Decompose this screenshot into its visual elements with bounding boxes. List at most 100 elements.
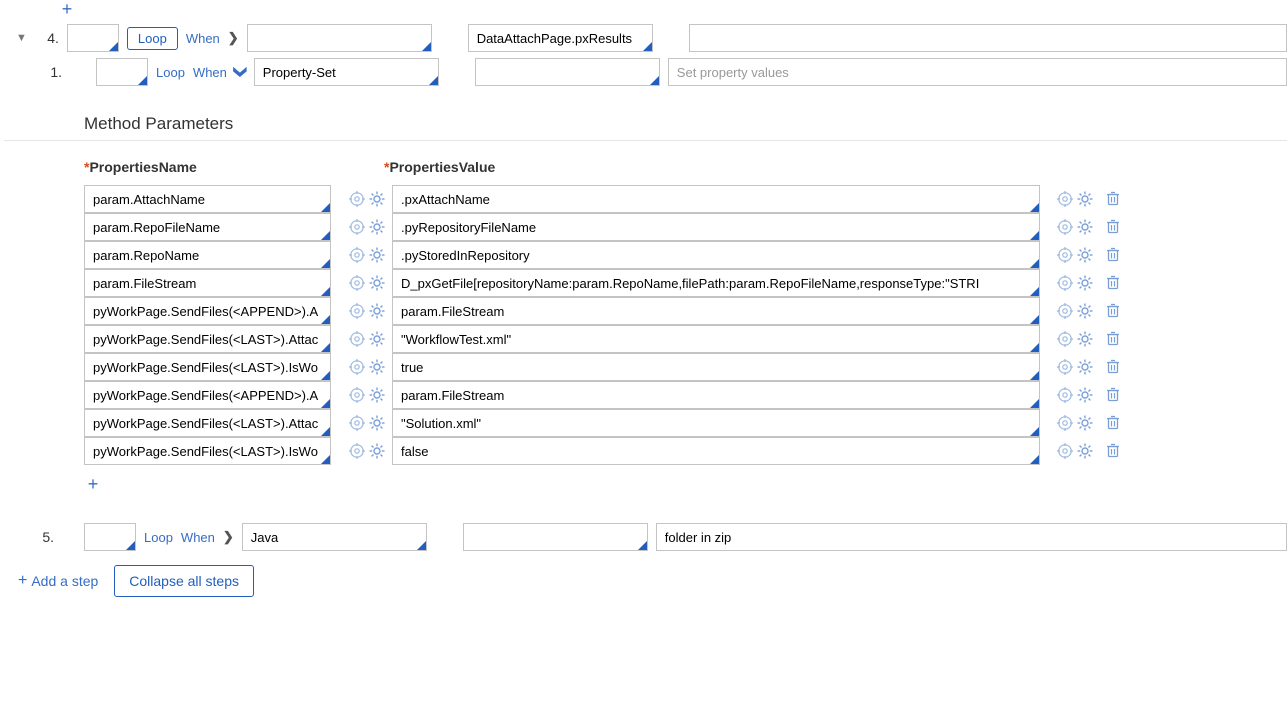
- property-name-input[interactable]: [84, 325, 331, 353]
- property-value-input[interactable]: [392, 213, 1040, 241]
- step-4-steppage-input[interactable]: [468, 24, 653, 52]
- crosshair-icon[interactable]: [1056, 219, 1073, 236]
- gear-icon[interactable]: [368, 191, 385, 208]
- crosshair-icon[interactable]: [1056, 303, 1073, 320]
- crosshair-icon[interactable]: [348, 303, 365, 320]
- gear-icon[interactable]: [1076, 247, 1093, 264]
- gear-icon[interactable]: [368, 359, 385, 376]
- property-value-input[interactable]: [392, 269, 1040, 297]
- add-parameter-row-icon[interactable]: +: [84, 475, 102, 493]
- method-parameters-heading: Method Parameters: [84, 114, 1287, 134]
- gear-icon[interactable]: [368, 275, 385, 292]
- step-5-description-input[interactable]: [656, 523, 1287, 551]
- property-value-input[interactable]: [392, 297, 1040, 325]
- crosshair-icon[interactable]: [1056, 191, 1073, 208]
- crosshair-icon[interactable]: [1056, 415, 1073, 432]
- chevron-down-icon[interactable]: ❯: [232, 65, 248, 79]
- property-name-input[interactable]: [84, 213, 331, 241]
- chevron-right-icon[interactable]: ❯: [228, 30, 239, 46]
- property-value-input[interactable]: [392, 437, 1040, 465]
- gear-icon[interactable]: [368, 219, 385, 236]
- trash-icon[interactable]: [1104, 413, 1121, 430]
- property-name-input[interactable]: [84, 409, 331, 437]
- property-value-input[interactable]: [392, 353, 1040, 381]
- collapse-all-steps-button[interactable]: Collapse all steps: [114, 565, 254, 597]
- trash-icon[interactable]: [1104, 357, 1121, 374]
- gear-icon[interactable]: [368, 303, 385, 320]
- crosshair-icon[interactable]: [348, 219, 365, 236]
- crosshair-icon[interactable]: [1056, 275, 1073, 292]
- add-a-step-link[interactable]: + Add a step: [18, 572, 98, 590]
- crosshair-icon[interactable]: [348, 247, 365, 264]
- step-number-4: 4.: [37, 30, 59, 46]
- step-4-description-input[interactable]: [689, 24, 1287, 52]
- gear-icon[interactable]: [368, 331, 385, 348]
- loop-button[interactable]: Loop: [127, 27, 178, 50]
- trash-icon[interactable]: [1104, 385, 1121, 402]
- property-value-input[interactable]: [392, 409, 1040, 437]
- crosshair-icon[interactable]: [348, 387, 365, 404]
- crosshair-icon[interactable]: [348, 359, 365, 376]
- step-5-label-input[interactable]: [84, 523, 136, 551]
- property-value-input[interactable]: [392, 381, 1040, 409]
- gear-icon[interactable]: [1076, 275, 1093, 292]
- step-4-1-steppage-input[interactable]: [475, 58, 660, 86]
- step-4-1-label-input[interactable]: [96, 58, 148, 86]
- step-4-1-method-input[interactable]: [254, 58, 439, 86]
- when-link[interactable]: When: [193, 65, 227, 80]
- when-link[interactable]: When: [186, 31, 220, 46]
- loop-link[interactable]: Loop: [156, 65, 185, 80]
- trash-icon[interactable]: [1104, 217, 1121, 234]
- step-4-label-input[interactable]: [67, 24, 119, 52]
- trash-icon[interactable]: [1104, 245, 1121, 262]
- trash-icon[interactable]: [1104, 301, 1121, 318]
- gear-icon[interactable]: [1076, 303, 1093, 320]
- add-step-above-icon[interactable]: +: [58, 0, 76, 18]
- property-name-input[interactable]: [84, 241, 331, 269]
- when-link[interactable]: When: [181, 530, 215, 545]
- crosshair-icon[interactable]: [348, 275, 365, 292]
- gear-icon[interactable]: [368, 415, 385, 432]
- property-name-input[interactable]: [84, 185, 331, 213]
- property-name-input[interactable]: [84, 381, 331, 409]
- property-name-input[interactable]: [84, 269, 331, 297]
- gear-icon[interactable]: [368, 387, 385, 404]
- crosshair-icon[interactable]: [348, 191, 365, 208]
- crosshair-icon[interactable]: [1056, 443, 1073, 460]
- step-4-1-description-input[interactable]: [668, 58, 1287, 86]
- crosshair-icon[interactable]: [348, 415, 365, 432]
- gear-icon[interactable]: [1076, 219, 1093, 236]
- crosshair-icon[interactable]: [1056, 387, 1073, 404]
- chevron-right-icon[interactable]: ❯: [223, 529, 234, 545]
- crosshair-icon[interactable]: [1056, 359, 1073, 376]
- gear-icon[interactable]: [1076, 387, 1093, 404]
- collapse-step-4-caret[interactable]: ▼: [16, 32, 29, 44]
- crosshair-icon[interactable]: [1056, 247, 1073, 264]
- gear-icon[interactable]: [1076, 359, 1093, 376]
- trash-icon[interactable]: [1104, 189, 1121, 206]
- step-5-steppage-input[interactable]: [463, 523, 648, 551]
- property-name-input[interactable]: [84, 437, 331, 465]
- gear-icon[interactable]: [1076, 415, 1093, 432]
- property-value-input[interactable]: [392, 241, 1040, 269]
- step-5-method-input[interactable]: [242, 523, 427, 551]
- crosshair-icon[interactable]: [1056, 331, 1073, 348]
- gear-icon[interactable]: [368, 443, 385, 460]
- property-name-input[interactable]: [84, 353, 331, 381]
- loop-link[interactable]: Loop: [144, 530, 173, 545]
- property-value-input[interactable]: [392, 185, 1040, 213]
- gear-icon[interactable]: [368, 247, 385, 264]
- trash-icon[interactable]: [1104, 441, 1121, 458]
- trash-icon[interactable]: [1104, 329, 1121, 346]
- gear-icon[interactable]: [1076, 191, 1093, 208]
- gear-icon[interactable]: [1076, 331, 1093, 348]
- property-value-input[interactable]: [392, 325, 1040, 353]
- crosshair-icon[interactable]: [348, 443, 365, 460]
- crosshair-icon[interactable]: [348, 331, 365, 348]
- trash-icon[interactable]: [1104, 273, 1121, 290]
- divider: [4, 140, 1287, 141]
- step-4-method-input[interactable]: [247, 24, 432, 52]
- property-name-input[interactable]: [84, 297, 331, 325]
- gear-icon[interactable]: [1076, 443, 1093, 460]
- col-header-properties-name: *PropertiesName: [84, 159, 344, 175]
